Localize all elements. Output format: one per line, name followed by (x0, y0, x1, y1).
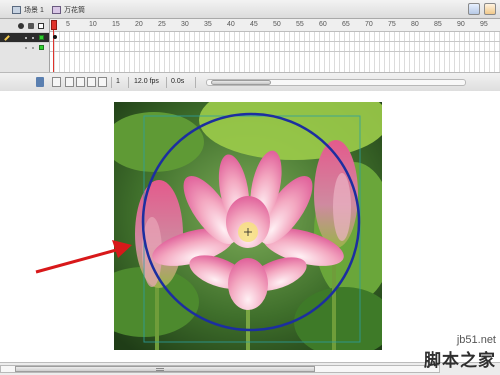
edit-symbol-button[interactable] (468, 3, 480, 15)
frame-rate[interactable]: 12.0 fps (134, 78, 159, 85)
red-arrow-icon (35, 240, 132, 274)
layer-panel (0, 19, 50, 72)
timeline-panel: 5 10 15 20 25 30 35 40 45 50 55 60 65 70… (0, 19, 500, 91)
layer-color-swatch[interactable] (39, 35, 44, 40)
frame-row-2[interactable] (50, 42, 500, 52)
scene-tab[interactable]: 场景 1 (12, 4, 44, 16)
layer-color-swatch[interactable] (39, 45, 44, 50)
watermark-name: 脚本之家 (424, 351, 496, 370)
symbol-label: 万花筒 (64, 7, 85, 14)
watermark-domain: jb51.net (456, 334, 496, 346)
divider (166, 77, 167, 88)
scroll-thumb[interactable] (15, 366, 315, 372)
pencil-icon (4, 34, 10, 41)
center-frame-button[interactable] (52, 77, 61, 87)
lotus-photo[interactable] (114, 102, 382, 350)
symbol-tab[interactable]: 万花筒 (52, 4, 85, 16)
frame-number: 85 (434, 21, 442, 28)
playhead-handle[interactable] (51, 20, 57, 30)
frame-number: 80 (411, 21, 419, 28)
elapsed-time: 0.0s (171, 78, 185, 85)
visibility-dot[interactable] (25, 46, 27, 49)
frame-number: 65 (342, 21, 350, 28)
frame-number: 10 (89, 21, 97, 28)
stage[interactable] (0, 92, 500, 362)
scroll-track[interactable] (0, 365, 440, 373)
frame-grid[interactable] (50, 32, 500, 72)
symbol-icon (52, 6, 61, 14)
frame-area[interactable]: 5 10 15 20 25 30 35 40 45 50 55 60 65 70… (50, 19, 500, 72)
trash-icon[interactable] (36, 77, 44, 87)
layer-row-2[interactable] (0, 42, 49, 52)
lock-icon[interactable] (28, 22, 34, 29)
lock-dot[interactable] (32, 36, 34, 39)
current-frame: 1 (116, 78, 120, 85)
timeline-scrollbar[interactable] (206, 79, 466, 86)
frame-number: 40 (227, 21, 235, 28)
divider (195, 77, 196, 88)
frame-number: 50 (273, 21, 281, 28)
outline-icon[interactable] (38, 22, 44, 29)
grip-icon (156, 368, 164, 371)
keyframe-dot[interactable] (53, 35, 57, 39)
frame-number: 35 (204, 21, 212, 28)
frame-number: 55 (296, 21, 304, 28)
frame-number: 70 (365, 21, 373, 28)
frame-number: 45 (250, 21, 258, 28)
divider (128, 77, 129, 88)
frame-number: 20 (135, 21, 143, 28)
frame-number: 95 (480, 21, 488, 28)
playhead[interactable] (51, 19, 57, 72)
layer-row-1[interactable] (0, 32, 49, 42)
frame-number: 25 (158, 21, 166, 28)
frame-row-1[interactable] (50, 32, 500, 42)
timeline-status-bar: 1 12.0 fps 0.0s (0, 72, 500, 91)
eye-icon[interactable] (18, 22, 24, 29)
scene-label: 场景 1 (24, 7, 44, 14)
layer-header (0, 19, 49, 32)
timeline-scroll-thumb[interactable] (211, 80, 271, 85)
lotus-image (114, 102, 382, 350)
frame-number: 30 (181, 21, 189, 28)
frame-ruler[interactable]: 5 10 15 20 25 30 35 40 45 50 55 60 65 70… (50, 19, 500, 32)
modify-onion-markers-button[interactable] (98, 77, 107, 87)
scene-icon (12, 6, 21, 14)
divider (111, 77, 112, 88)
watermark: jb51.net 脚本之家 (396, 334, 496, 371)
frame-number: 60 (319, 21, 327, 28)
edit-multiple-frames-button[interactable] (87, 77, 96, 87)
frame-number: 90 (457, 21, 465, 28)
visibility-dot[interactable] (25, 36, 27, 39)
onion-outline-button[interactable] (76, 77, 85, 87)
lock-dot[interactable] (32, 46, 34, 49)
frame-number: 5 (66, 21, 70, 28)
edit-scene-button[interactable] (484, 3, 496, 15)
frame-number: 15 (112, 21, 120, 28)
frame-number: 75 (388, 21, 396, 28)
scene-tab-bar: 场景 1 万花筒 (0, 0, 500, 19)
onion-skin-button[interactable] (65, 77, 74, 87)
